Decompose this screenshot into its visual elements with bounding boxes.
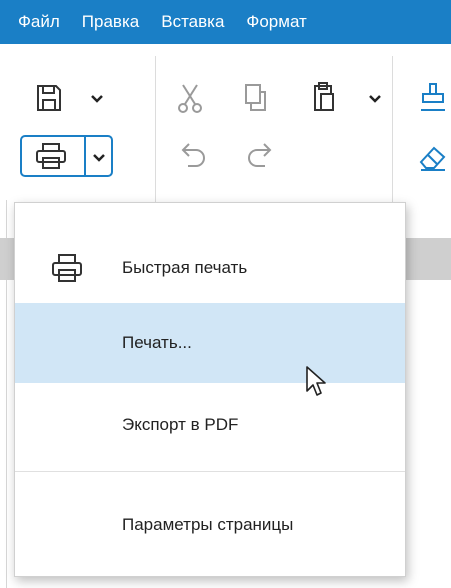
redo-icon[interactable] xyxy=(245,141,273,171)
menu-format[interactable]: Формат xyxy=(235,0,317,44)
toolbar-separator-2 xyxy=(392,56,393,204)
menu-item-label: Экспорт в PDF xyxy=(122,415,239,434)
menu-edit[interactable]: Правка xyxy=(71,0,150,44)
toolbar xyxy=(0,44,451,204)
menu-file[interactable]: Файл xyxy=(0,0,71,44)
undo-icon[interactable] xyxy=(180,141,208,171)
print-dropdown-menu: Быстрая печать Печать... Экспорт в PDF П… xyxy=(14,202,406,577)
menu-item-label: Печать... xyxy=(122,333,192,352)
save-dropdown-chevron-icon[interactable] xyxy=(90,94,104,104)
format-painter-icon[interactable] xyxy=(418,81,448,113)
menubar: Файл Правка Вставка Формат xyxy=(0,0,451,44)
menu-item-print[interactable]: Печать... xyxy=(15,303,405,383)
eraser-icon[interactable] xyxy=(418,142,448,172)
toolbar-separator xyxy=(155,56,156,204)
menu-item-page-setup[interactable]: Параметры страницы xyxy=(15,485,405,565)
menu-item-export-pdf[interactable]: Экспорт в PDF xyxy=(15,385,405,465)
cut-icon[interactable] xyxy=(175,82,205,114)
paste-dropdown-chevron-icon[interactable] xyxy=(368,94,382,104)
menu-item-label: Быстрая печать xyxy=(122,258,248,277)
print-dropdown-chevron-icon[interactable] xyxy=(92,150,106,188)
mouse-cursor-icon xyxy=(305,365,327,404)
paste-icon[interactable] xyxy=(310,80,336,114)
save-icon[interactable] xyxy=(35,83,63,113)
menu-separator xyxy=(15,471,405,472)
print-icon[interactable] xyxy=(34,142,68,180)
menu-item-label: Параметры страницы xyxy=(122,515,294,534)
copy-icon[interactable] xyxy=(243,82,269,114)
menu-item-quick-print[interactable]: Быстрая печать xyxy=(15,228,405,308)
print-split-button[interactable] xyxy=(20,135,113,177)
split-divider xyxy=(84,137,86,175)
printer-icon xyxy=(50,253,84,283)
menu-insert[interactable]: Вставка xyxy=(150,0,235,44)
